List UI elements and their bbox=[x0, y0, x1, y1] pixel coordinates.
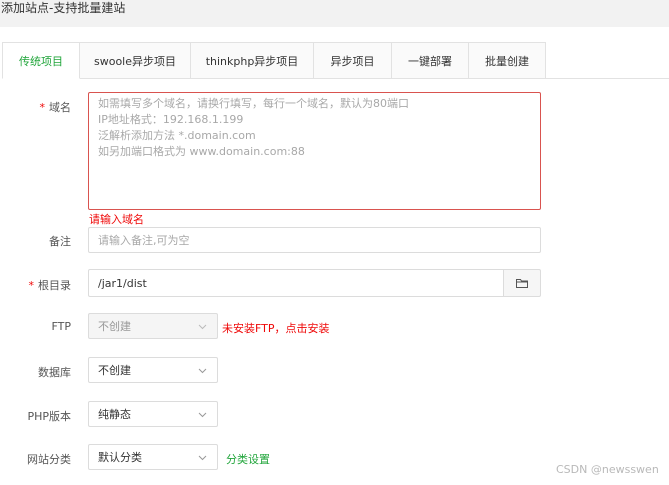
browse-folder-button[interactable] bbox=[503, 269, 541, 297]
project-type-tabs: 传统项目 swoole异步项目 thinkphp异步项目 异步项目 一键部署 批… bbox=[2, 42, 546, 79]
root-dir-value: /jar1/dist bbox=[98, 276, 147, 290]
category-label: 网站分类 bbox=[27, 453, 71, 466]
domain-error-message: 请输入域名 bbox=[89, 213, 144, 226]
chevron-down-icon bbox=[198, 324, 207, 330]
required-mark: * bbox=[39, 101, 46, 114]
root-dir-label: * 根目录 bbox=[29, 277, 72, 293]
category-select-value: 默认分类 bbox=[98, 451, 142, 464]
database-label: 数据库 bbox=[38, 366, 71, 379]
ftp-install-link[interactable]: 未安装FTP，点击安装 bbox=[222, 320, 330, 336]
php-version-select[interactable]: 纯静态 bbox=[88, 401, 218, 427]
required-mark: * bbox=[28, 279, 35, 292]
category-settings-link[interactable]: 分类设置 bbox=[226, 451, 270, 467]
root-dir-label-text: 根目录 bbox=[38, 279, 71, 292]
php-version-select-value: 纯静态 bbox=[98, 408, 131, 421]
watermark: CSDN @newsswen bbox=[556, 463, 659, 476]
ftp-label: FTP bbox=[51, 320, 72, 333]
database-select-value: 不创建 bbox=[98, 364, 131, 377]
chevron-down-icon bbox=[198, 412, 207, 418]
domain-label: * 域名 bbox=[40, 99, 72, 115]
remark-placeholder: 请输入备注,可为空 bbox=[98, 234, 190, 247]
tabs-divider bbox=[546, 78, 669, 79]
database-select[interactable]: 不创建 bbox=[88, 357, 218, 383]
tab-batch-create[interactable]: 批量创建 bbox=[469, 42, 546, 79]
domain-placeholder-line: IP地址格式：192.168.1.199 bbox=[98, 113, 244, 126]
tab-async[interactable]: 异步项目 bbox=[314, 42, 392, 79]
chevron-down-icon bbox=[198, 368, 207, 374]
root-dir-input[interactable]: /jar1/dist bbox=[88, 269, 504, 297]
domain-placeholder-line: 泛解析添加方法 *.domain.com bbox=[98, 129, 256, 142]
folder-icon bbox=[516, 279, 528, 288]
dialog-title: 添加站点-支持批量建站 bbox=[1, 1, 126, 15]
domain-placeholder-line: 如另加端口格式为 www.domain.com:88 bbox=[98, 145, 305, 158]
category-select[interactable]: 默认分类 bbox=[88, 444, 218, 470]
ftp-select: 不创建 bbox=[88, 313, 218, 339]
tab-swoole[interactable]: swoole异步项目 bbox=[80, 42, 191, 79]
remark-label: 备注 bbox=[49, 235, 71, 248]
tab-traditional[interactable]: 传统项目 bbox=[2, 42, 80, 79]
ftp-select-value: 不创建 bbox=[98, 320, 131, 333]
remark-input[interactable]: 请输入备注,可为空 bbox=[88, 227, 541, 253]
tab-one-click-deploy[interactable]: 一键部署 bbox=[392, 42, 469, 79]
tab-thinkphp[interactable]: thinkphp异步项目 bbox=[191, 42, 314, 79]
domain-label-text: 域名 bbox=[49, 101, 71, 114]
chevron-down-icon bbox=[198, 455, 207, 461]
php-version-label: PHP版本 bbox=[27, 410, 71, 423]
domain-placeholder-line: 如需填写多个域名，请换行填写，每行一个域名，默认为80端口 bbox=[98, 97, 409, 110]
dialog-title-bar: 添加站点-支持批量建站 bbox=[0, 0, 669, 27]
